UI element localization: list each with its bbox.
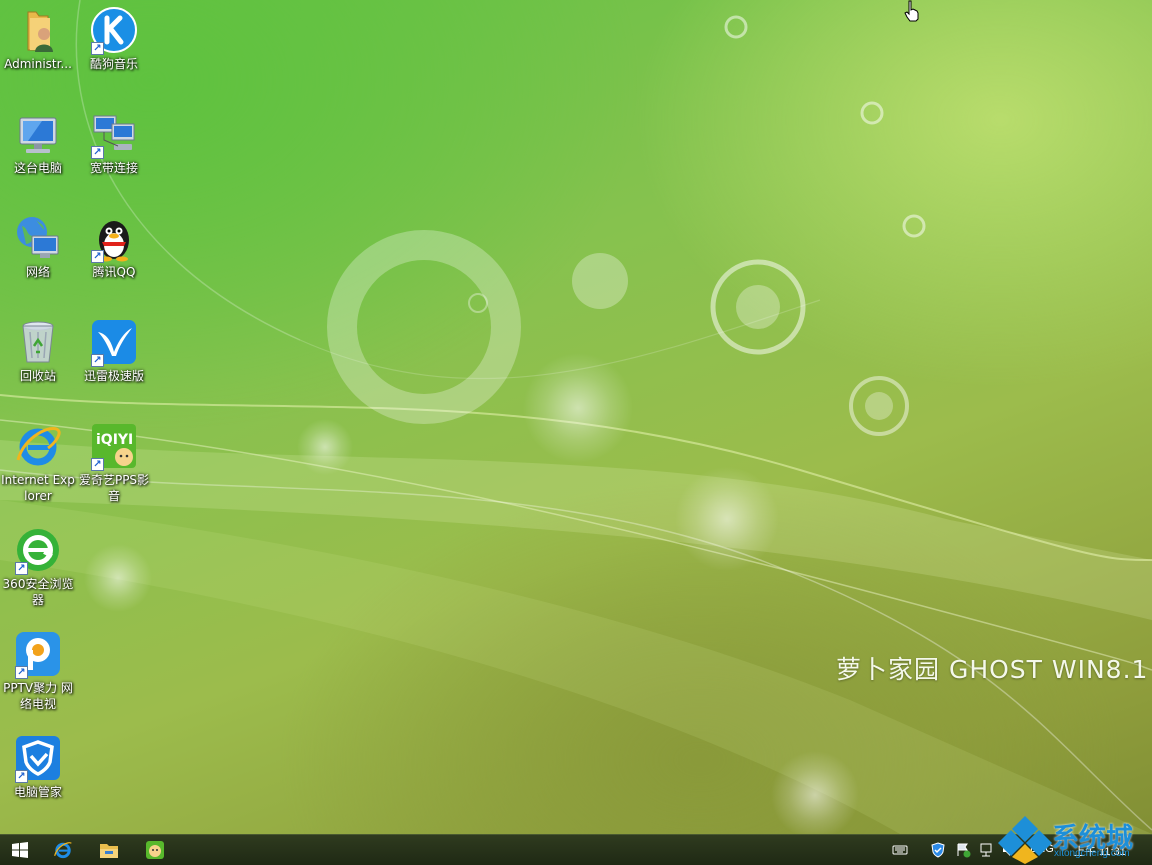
keyboard-icon[interactable] xyxy=(892,842,908,858)
shortcut-arrow-icon: ↗ xyxy=(15,666,28,679)
desktop-icon-this-pc[interactable]: 这台电脑 xyxy=(0,110,76,176)
desktop-icon-recycle-bin[interactable]: 回收站 xyxy=(0,318,76,384)
desktop-icon-label: 爱奇艺PPS影音 xyxy=(78,473,150,503)
desktop-icon-broadband[interactable]: ↗ 宽带连接 xyxy=(76,110,152,176)
shortcut-arrow-icon: ↗ xyxy=(15,770,28,783)
windows-start-icon xyxy=(12,842,28,858)
pptv-icon: ↗ xyxy=(14,630,62,679)
desktop-icon-network[interactable]: 网络 xyxy=(0,214,76,280)
shield-icon: ↗ xyxy=(14,734,62,783)
desktop-icon-360-browser[interactable]: ↗ 360安全浏览器 xyxy=(0,526,76,608)
wallpaper-watermark-text: 萝卜家园 GHOST WIN8.1 3 xyxy=(836,655,1152,684)
desktop-icon-xunlei[interactable]: ↗ 迅雷极速版 xyxy=(76,318,152,384)
desktop-icon-label: 迅雷极速版 xyxy=(83,369,144,383)
desktop-icon-label: 回收站 xyxy=(19,369,56,383)
shortcut-arrow-icon: ↗ xyxy=(91,42,104,55)
shortcut-arrow-icon: ↗ xyxy=(91,146,104,159)
desktop-icon-iqiyi[interactable]: iQIYI ↗ 爱奇艺PPS影音 xyxy=(76,422,152,504)
desktop-icon-label: 网络 xyxy=(25,265,50,279)
internet-explorer-icon xyxy=(14,422,62,470)
desktop-icon-kugou[interactable]: ↗ 酷狗音乐 xyxy=(76,6,152,72)
start-button[interactable] xyxy=(0,835,40,865)
kugou-music-icon: ↗ xyxy=(90,6,138,55)
desktop-icon-label: 宽带连接 xyxy=(89,161,138,175)
desktop-icon-label: Internet Explorer xyxy=(1,473,75,503)
360-browser-icon: ↗ xyxy=(14,526,62,575)
desktop-icon-label: 360安全浏览器 xyxy=(2,577,74,607)
desktop-icon-label: 酷狗音乐 xyxy=(89,57,138,71)
desktop-icon-pptv[interactable]: ↗ PPTV聚力 网络电视 xyxy=(0,630,76,712)
file-explorer-icon xyxy=(100,844,118,858)
shortcut-arrow-icon: ↗ xyxy=(91,458,104,471)
recycle-bin-icon xyxy=(14,318,62,366)
svg-text:iQIYI: iQIYI xyxy=(96,432,133,448)
desktop-icon-label: 腾讯QQ xyxy=(92,265,136,279)
desktop-icon-administrator[interactable]: Administr... xyxy=(0,6,76,72)
shortcut-arrow-icon: ↗ xyxy=(91,250,104,263)
desktop-icon-ie[interactable]: Internet Explorer xyxy=(0,422,76,504)
network-globe-icon xyxy=(14,214,62,262)
hand-cursor-icon xyxy=(904,0,919,22)
qq-penguin-icon: ↗ xyxy=(90,214,138,263)
iqiyi-icon: iQIYI ↗ xyxy=(90,422,138,471)
desktop-icon-label: PPTV聚力 网络电视 xyxy=(3,681,73,711)
network-status-icon[interactable] xyxy=(978,842,994,858)
shortcut-arrow-icon: ↗ xyxy=(15,562,28,575)
site-logo-diamond-icon xyxy=(998,816,1052,864)
action-center-flag-icon[interactable] xyxy=(955,842,971,858)
desktop-icon-pc-manager[interactable]: ↗ 电脑管家 xyxy=(0,734,76,800)
taskbar: ENG 上午 11:31 xyxy=(0,834,1152,865)
user-folder-icon xyxy=(14,6,62,54)
site-logo-url: xitongcheng.com xyxy=(1054,848,1130,859)
desktop-icon-label: Administr... xyxy=(4,57,72,71)
desktop-wallpaper xyxy=(0,0,1152,834)
site-watermark-logo: 系统城 xitongcheng.com xyxy=(998,812,1152,864)
desktop-icon-qq[interactable]: ↗ 腾讯QQ xyxy=(76,214,152,280)
taskbar-iqiyi-button[interactable] xyxy=(135,835,175,865)
internet-explorer-icon xyxy=(54,842,72,859)
desktop-icon-label: 电脑管家 xyxy=(13,785,62,799)
security-shield-icon[interactable] xyxy=(930,842,946,858)
computer-icon xyxy=(14,110,62,158)
desktop-icon-label: 这台电脑 xyxy=(13,161,62,175)
shortcut-arrow-icon: ↗ xyxy=(91,354,104,367)
taskbar-ie-button[interactable] xyxy=(43,835,83,865)
xunlei-bird-icon: ↗ xyxy=(90,318,138,367)
network-connection-icon: ↗ xyxy=(90,110,138,159)
iqiyi-icon xyxy=(146,841,164,859)
taskbar-file-explorer-button[interactable] xyxy=(89,835,129,865)
